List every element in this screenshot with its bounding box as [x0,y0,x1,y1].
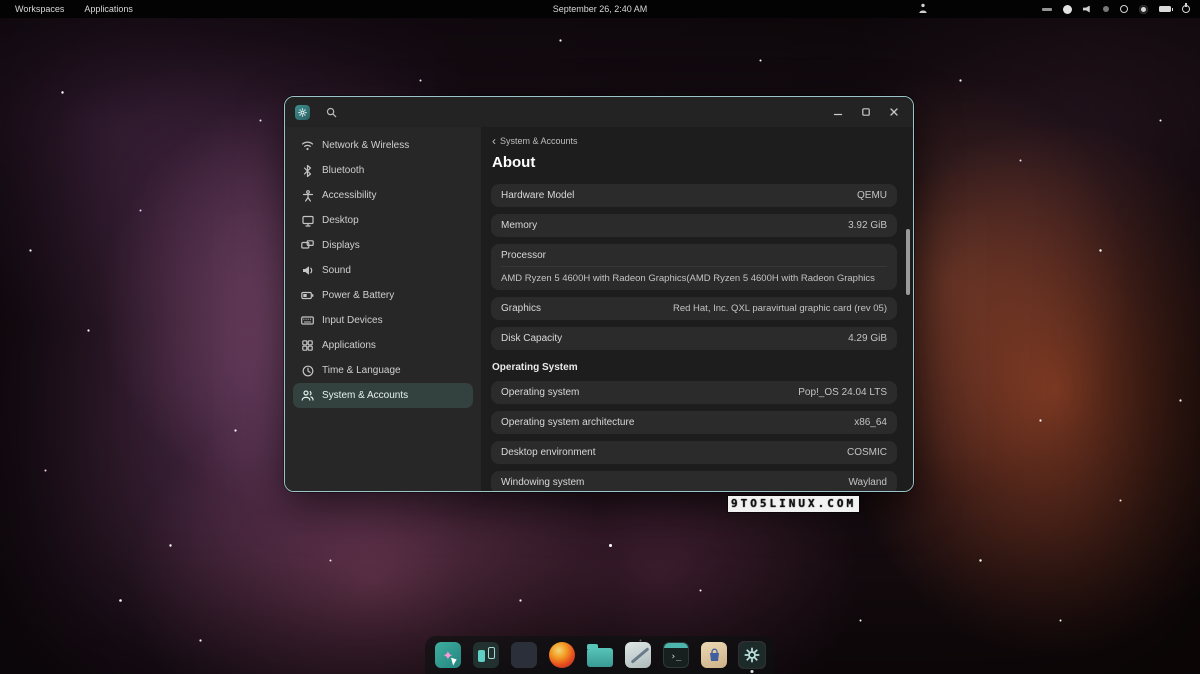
sidebar-item-label: Input Devices [322,315,383,326]
about-page: ‹ System & Accounts About Hardware Model… [481,127,913,491]
row-desktop-environment: Desktop environment COSMIC [491,441,897,464]
row-windowing-system: Windowing system Wayland [491,471,897,492]
accessibility-icon [301,190,314,202]
sidebar-item-system-accounts[interactable]: System & Accounts [293,383,473,408]
users-icon [301,390,314,401]
workspaces-button[interactable]: Workspaces [12,3,67,15]
row-disk-capacity: Disk Capacity 4.29 GiB [491,327,897,350]
row-os-architecture: Operating system architecture x86_64 [491,411,897,434]
notifications-icon[interactable] [1139,5,1148,14]
network-icon[interactable] [1120,5,1128,13]
row-graphics: Graphics Red Hat, Inc. QXL paravirtual g… [491,297,897,320]
row-value: 3.92 GiB [848,220,887,231]
keyboard-icon [301,316,314,325]
applications-button[interactable]: Applications [81,3,136,15]
row-value: Pop!_OS 24.04 LTS [798,387,887,398]
row-label: Processor [501,250,887,261]
row-hardware-model: Hardware Model QEMU [491,184,897,207]
battery-icon [301,291,314,300]
power-icon[interactable] [1182,5,1190,13]
row-label: Memory [501,220,537,231]
volume-icon[interactable] [1083,6,1092,13]
row-value: QEMU [857,190,887,201]
sidebar-item-label: Desktop [322,215,359,226]
clock-applet[interactable]: September 26, 2:40 AM [553,4,648,14]
row-memory: Memory 3.92 GiB [491,214,897,237]
sidebar-item-time-language[interactable]: Time & Language [293,358,473,383]
dock-settings-icon[interactable] [738,641,766,669]
app-grid-icon [301,340,314,351]
page-title: About [492,154,897,171]
sidebar-item-label: Time & Language [322,365,401,376]
sidebar-item-label: Displays [322,240,360,251]
sidebar-item-label: Power & Battery [322,290,394,301]
row-operating-system: Operating system Pop!_OS 24.04 LTS [491,381,897,404]
settings-sidebar: Network & Wireless Bluetooth Accessibili… [285,127,481,491]
back-chevron-icon: ‹ [492,137,496,146]
row-label: Operating system [501,387,579,398]
row-label: Graphics [501,303,541,314]
settings-app-icon [295,105,310,120]
sidebar-item-label: Sound [322,265,351,276]
row-value: Red Hat, Inc. QXL paravirtual graphic ca… [673,303,887,314]
sidebar-item-input-devices[interactable]: Input Devices [293,308,473,333]
keyboard-layout-icon[interactable] [1042,8,1052,11]
sidebar-item-sound[interactable]: Sound [293,258,473,283]
breadcrumb-label: System & Accounts [500,136,578,146]
dock-firefox-icon[interactable] [548,641,576,669]
row-value: 4.29 GiB [848,333,887,344]
input-source-icon[interactable] [918,3,928,14]
watermark: 9TO5LINUX.COM [728,496,859,512]
titlebar[interactable] [285,97,913,127]
row-label: Disk Capacity [501,333,562,344]
dock-launcher-icon[interactable]: ✦ [434,641,462,669]
displays-icon [301,240,314,251]
row-value: COSMIC [847,447,887,458]
row-value: x86_64 [854,417,887,428]
row-value: Wayland [848,477,887,488]
row-label: Desktop environment [501,447,596,458]
battery-status-icon[interactable] [1159,6,1171,12]
breadcrumb[interactable]: ‹ System & Accounts [492,136,897,146]
sound-icon [301,265,314,276]
maximize-button[interactable] [857,103,875,121]
sidebar-item-desktop[interactable]: Desktop [293,208,473,233]
dock: ✦ ›_ [425,636,775,674]
dock-terminal-icon[interactable]: ›_ [662,641,690,669]
sidebar-item-applications[interactable]: Applications [293,333,473,358]
sidebar-item-label: Applications [322,340,376,351]
search-icon[interactable] [322,103,340,121]
sidebar-item-label: Network & Wireless [322,140,409,151]
sidebar-item-displays[interactable]: Displays [293,233,473,258]
dock-store-icon[interactable] [700,641,728,669]
sidebar-item-label: Bluetooth [322,165,364,176]
sidebar-item-bluetooth[interactable]: Bluetooth [293,158,473,183]
settings-window: Network & Wireless Bluetooth Accessibili… [284,96,914,492]
sidebar-item-accessibility[interactable]: Accessibility [293,183,473,208]
row-label: Operating system architecture [501,417,634,428]
clock-icon [301,365,314,377]
bluetooth-icon [301,165,314,177]
sidebar-item-network-wireless[interactable]: Network & Wireless [293,133,473,158]
dock-text-editor-icon[interactable] [624,641,652,669]
os-section-title: Operating System [492,362,897,373]
desktop-icon [301,215,314,227]
top-panel: Workspaces Applications September 26, 2:… [0,0,1200,18]
bluetooth-status-icon[interactable] [1103,6,1109,12]
close-button[interactable] [885,103,903,121]
sidebar-item-power-battery[interactable]: Power & Battery [293,283,473,308]
row-label: Windowing system [501,477,584,488]
dock-workspaces-icon[interactable] [472,641,500,669]
dock-files-icon[interactable] [586,641,614,669]
row-value: AMD Ryzen 5 4600H with Radeon Graphics(A… [501,266,887,284]
dock-app-library-icon[interactable] [510,641,538,669]
sidebar-item-label: Accessibility [322,190,376,201]
scrollbar[interactable] [906,229,910,295]
minimize-button[interactable] [829,103,847,121]
wifi-icon [301,140,314,151]
row-processor: Processor AMD Ryzen 5 4600H with Radeon … [491,244,897,290]
sidebar-item-label: System & Accounts [322,390,408,401]
brightness-icon[interactable] [1063,5,1072,14]
row-label: Hardware Model [501,190,574,201]
